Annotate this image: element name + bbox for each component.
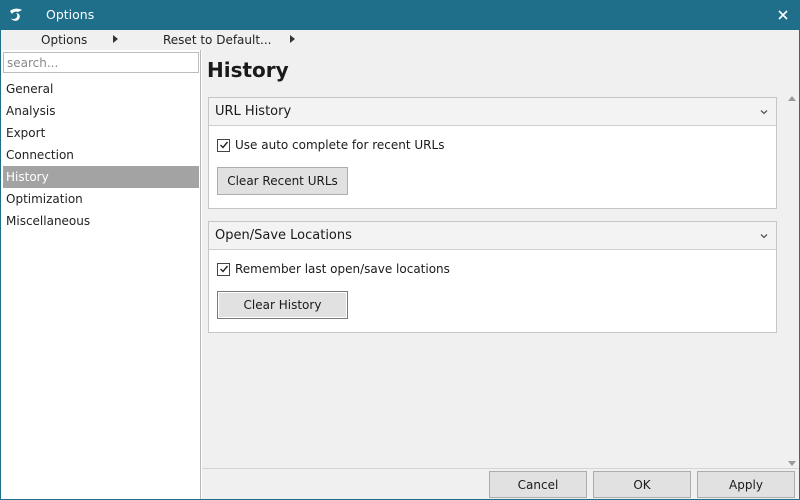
sidebar-nav: General Analysis Export Connection Histo… xyxy=(3,78,199,232)
open-save-locations-header[interactable]: Open/Save Locations xyxy=(209,222,776,250)
sidebar: General Analysis Export Connection Histo… xyxy=(1,50,201,499)
vertical-scrollbar[interactable] xyxy=(785,94,799,468)
url-history-group: URL History Use auto complete for recent… xyxy=(208,97,777,209)
options-menu-arrow-icon[interactable] xyxy=(113,35,118,43)
sidebar-item-export[interactable]: Export xyxy=(3,122,199,144)
cancel-button[interactable]: Cancel xyxy=(489,471,587,498)
remember-locations-option[interactable]: Remember last open/save locations xyxy=(217,262,450,276)
clear-history-button[interactable]: Clear History xyxy=(217,291,348,319)
open-save-locations-title: Open/Save Locations xyxy=(215,228,352,243)
close-icon xyxy=(778,10,788,20)
clear-recent-urls-button[interactable]: Clear Recent URLs xyxy=(217,167,348,195)
url-history-title: URL History xyxy=(215,104,292,119)
sidebar-item-connection[interactable]: Connection xyxy=(3,144,199,166)
checkmark-icon xyxy=(219,265,228,273)
auto-complete-option[interactable]: Use auto complete for recent URLs xyxy=(217,138,444,152)
options-menu[interactable]: Options xyxy=(41,33,87,47)
title-bar: Options xyxy=(0,0,800,30)
app-logo-icon xyxy=(10,8,22,21)
open-save-locations-group: Open/Save Locations Remember last open/s… xyxy=(208,221,777,333)
apply-button[interactable]: Apply xyxy=(697,471,795,498)
chevron-down-icon[interactable] xyxy=(760,108,768,116)
ok-button[interactable]: OK xyxy=(593,471,691,498)
reset-to-default-menu[interactable]: Reset to Default... xyxy=(163,33,272,47)
remember-locations-label: Remember last open/save locations xyxy=(235,262,450,276)
search-input[interactable] xyxy=(3,52,199,73)
sidebar-item-miscellaneous[interactable]: Miscellaneous xyxy=(3,210,199,232)
scroll-up-icon[interactable] xyxy=(788,96,796,101)
close-button[interactable] xyxy=(766,0,800,30)
remember-locations-checkbox[interactable] xyxy=(217,262,230,276)
auto-complete-checkbox[interactable] xyxy=(217,138,230,152)
sidebar-item-analysis[interactable]: Analysis xyxy=(3,100,199,122)
settings-panel: History URL History Use auto complete fo… xyxy=(202,50,799,468)
sidebar-item-optimization[interactable]: Optimization xyxy=(3,188,199,210)
options-window: Options Reset to Default... General Anal… xyxy=(0,30,800,500)
url-history-header[interactable]: URL History xyxy=(209,98,776,126)
sidebar-item-general[interactable]: General xyxy=(3,78,199,100)
reset-menu-arrow-icon[interactable] xyxy=(290,35,295,43)
sidebar-item-history[interactable]: History xyxy=(3,166,199,188)
checkmark-icon xyxy=(219,141,228,149)
toolbar: Options Reset to Default... xyxy=(1,30,799,50)
chevron-down-icon[interactable] xyxy=(760,232,768,240)
dialog-footer: Cancel OK Apply xyxy=(202,468,799,499)
window-title: Options xyxy=(46,7,95,22)
auto-complete-label: Use auto complete for recent URLs xyxy=(235,138,445,152)
page-title: History xyxy=(207,58,289,82)
scroll-down-icon[interactable] xyxy=(788,461,796,466)
